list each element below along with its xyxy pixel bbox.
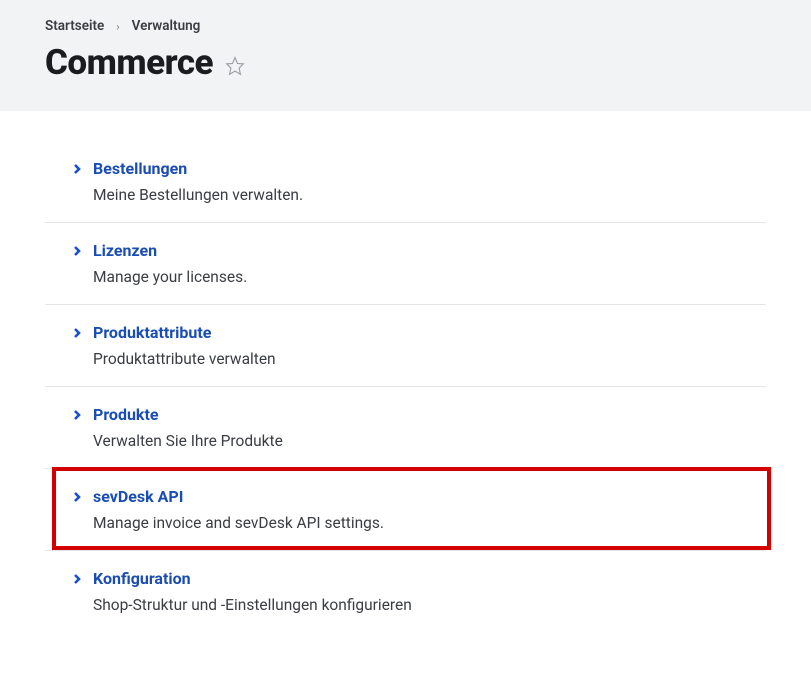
nav-item-sevdesk-api: sevDesk API Manage invoice and sevDesk A… bbox=[45, 469, 766, 551]
nav-item-produktattribute: Produktattribute Produktattribute verwal… bbox=[45, 305, 766, 387]
breadcrumb-verwaltung[interactable]: Verwaltung bbox=[132, 18, 201, 34]
nav-item-bestellungen: Bestellungen Meine Bestellungen verwalte… bbox=[45, 141, 766, 223]
content-list: Bestellungen Meine Bestellungen verwalte… bbox=[0, 111, 811, 652]
chevron-right-icon bbox=[71, 327, 83, 339]
breadcrumb-home[interactable]: Startseite bbox=[45, 18, 104, 34]
page-title: Commerce bbox=[45, 42, 213, 83]
nav-item-lizenzen: Lizenzen Manage your licenses. bbox=[45, 223, 766, 305]
nav-item-title[interactable]: Lizenzen bbox=[93, 241, 157, 260]
nav-item-title[interactable]: Produktattribute bbox=[93, 323, 211, 342]
chevron-right-icon: › bbox=[116, 20, 119, 33]
title-row: Commerce bbox=[45, 42, 766, 83]
highlight-indicator bbox=[52, 467, 771, 550]
chevron-right-icon bbox=[71, 163, 83, 175]
breadcrumb: Startseite › Verwaltung bbox=[45, 18, 766, 34]
nav-item-title[interactable]: Konfiguration bbox=[93, 569, 191, 588]
nav-item-desc: Produktattribute verwalten bbox=[71, 350, 766, 368]
nav-item-title[interactable]: sevDesk API bbox=[93, 487, 183, 506]
nav-item-desc: Manage your licenses. bbox=[71, 268, 766, 286]
chevron-right-icon bbox=[71, 245, 83, 257]
nav-item-konfiguration: Konfiguration Shop-Struktur und -Einstel… bbox=[45, 551, 766, 632]
nav-item-produkte: Produkte Verwalten Sie Ihre Produkte bbox=[45, 387, 766, 469]
nav-item-desc: Verwalten Sie Ihre Produkte bbox=[71, 432, 766, 450]
nav-item-desc: Shop-Struktur und -Einstellungen konfigu… bbox=[71, 596, 766, 614]
chevron-right-icon bbox=[71, 573, 83, 585]
nav-item-desc: Meine Bestellungen verwalten. bbox=[71, 186, 766, 204]
nav-item-title[interactable]: Bestellungen bbox=[93, 159, 187, 178]
star-icon[interactable] bbox=[225, 56, 245, 76]
nav-item-title[interactable]: Produkte bbox=[93, 405, 159, 424]
nav-item-desc: Manage invoice and sevDesk API settings. bbox=[71, 514, 766, 532]
page-header: Startseite › Verwaltung Commerce bbox=[0, 0, 811, 111]
chevron-right-icon bbox=[71, 409, 83, 421]
chevron-right-icon bbox=[71, 491, 83, 503]
